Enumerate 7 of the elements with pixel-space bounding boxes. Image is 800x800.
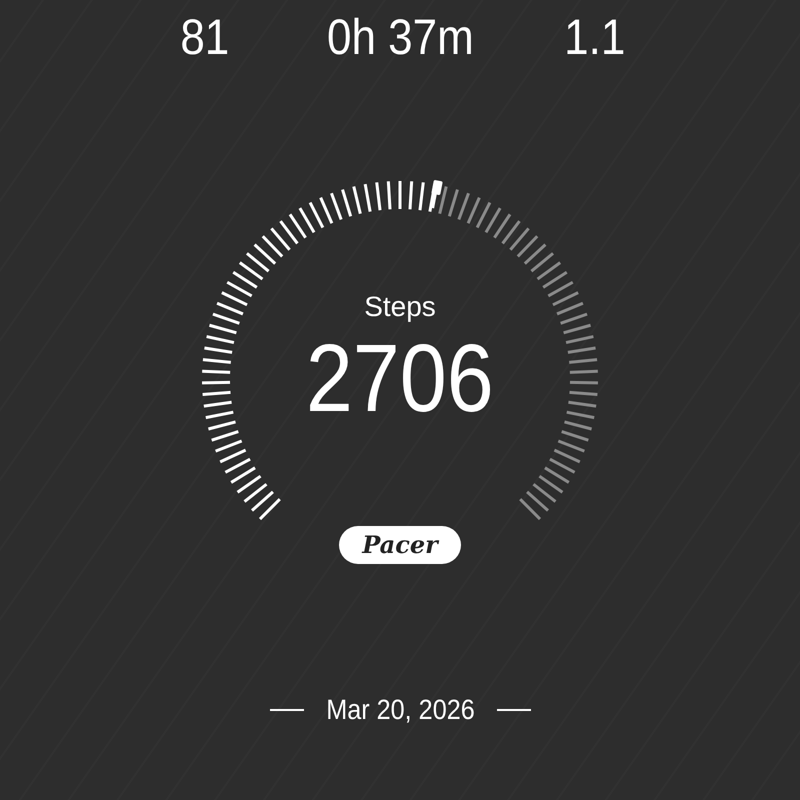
stat-value: 0h 37m	[326, 8, 474, 66]
stat-value: 1.1	[564, 8, 626, 66]
date-text: Mar 20, 2026	[326, 694, 474, 726]
stat-value: 81	[180, 8, 230, 66]
logo-badge: Pacer	[339, 526, 461, 564]
steps-count: 2706	[306, 329, 494, 429]
steps-label: Steps	[364, 291, 436, 323]
